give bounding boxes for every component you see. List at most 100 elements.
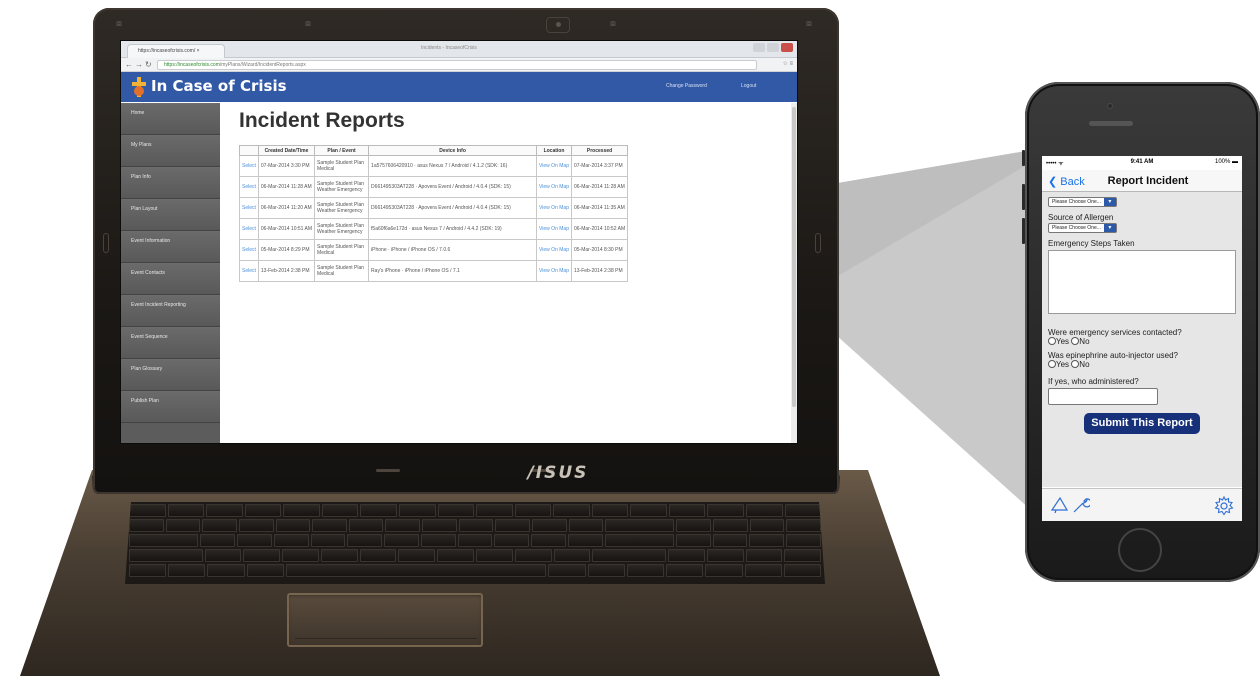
steps-textarea[interactable] <box>1048 250 1236 314</box>
webcam <box>546 17 570 33</box>
page-scrollbar[interactable] <box>791 103 797 443</box>
gear-icon[interactable] <box>1214 496 1234 516</box>
plan-event-cell: Sample Student Plan Medical <box>314 239 370 261</box>
submit-report-button[interactable]: Submit This Report <box>1084 413 1200 434</box>
wrench-icon[interactable] <box>1072 496 1090 514</box>
browser-tabbar: https://incaseofcrisis.com/ × Incidents … <box>121 41 797 58</box>
created-cell: 06-Mar-2014 11:28 AM <box>257 176 316 198</box>
sidebar-item-event-sequence[interactable]: Event Sequence <box>121 327 220 359</box>
q2-yes-radio[interactable] <box>1048 360 1056 368</box>
view-on-map-link[interactable]: View On Map <box>536 155 572 177</box>
column-header[interactable]: Location <box>536 145 572 156</box>
sidebar-item-plan-layout[interactable]: Plan Layout <box>121 199 220 231</box>
sidebar-item-home[interactable]: Home <box>121 103 220 135</box>
chevron-down-icon: ▾ <box>1103 198 1116 206</box>
plan-event-cell: Sample Student Plan Medical <box>314 155 370 177</box>
minimize-button[interactable] <box>753 43 765 52</box>
browser-menu-icon[interactable]: ☆ ≡ <box>782 60 793 67</box>
who-label: If yes, who administered? <box>1048 377 1139 386</box>
volume-up-button <box>1022 184 1025 210</box>
reload-icon[interactable]: ↻ <box>145 60 152 70</box>
table-row: Select 06-Mar-2014 10:51 AM Sample Stude… <box>239 218 629 240</box>
sidebar-item-event-contacts[interactable]: Event Contacts <box>121 263 220 295</box>
select-link[interactable]: Select <box>239 197 259 219</box>
change-password-link[interactable]: Change Password <box>666 83 707 89</box>
column-header[interactable]: Processed <box>570 145 629 156</box>
url-path: /myPlans/Wizard/IncidentReports.aspx <box>219 62 306 68</box>
table-row: Select 06-Mar-2014 11:28 AM Sample Stude… <box>239 176 629 198</box>
close-button[interactable] <box>781 43 793 52</box>
table-row: Select 06-Mar-2014 11:20 AM Sample Stude… <box>239 197 629 219</box>
column-header[interactable]: Device Info <box>368 145 538 156</box>
source-select[interactable]: Please Choose One... ▾ <box>1048 223 1117 233</box>
indicator-icon: ⧈ <box>116 19 122 29</box>
select-link[interactable]: Select <box>239 239 259 261</box>
view-on-map-link[interactable]: View On Map <box>536 197 572 219</box>
device-info-cell: D661495303AT228 · Apovera Event / Androi… <box>368 176 538 198</box>
maximize-button[interactable] <box>767 43 779 52</box>
hinge-mark <box>815 233 821 253</box>
column-header[interactable]: Plan / Event <box>314 145 370 156</box>
chevron-down-icon: ▾ <box>1103 224 1116 232</box>
browser-tab[interactable]: https://incaseofcrisis.com/ × <box>127 44 225 58</box>
select-link[interactable]: Select <box>239 155 259 177</box>
laptop-keyboard <box>125 502 825 584</box>
view-on-map-link[interactable]: View On Map <box>536 239 572 261</box>
laptop-screen: https://incaseofcrisis.com/ × Incidents … <box>120 40 798 444</box>
created-cell: 07-Mar-2014 3:30 PM <box>257 155 316 177</box>
sidebar: Home My Plans Plan Info Plan Layout Even… <box>121 103 220 443</box>
q1-options: Yes No <box>1048 337 1236 346</box>
url-input[interactable]: https://incaseofcrisis.com/myPlans/Wizar… <box>157 60 757 70</box>
table-row: Select 07-Mar-2014 3:30 PM Sample Studen… <box>239 155 629 177</box>
forward-arrow-icon[interactable]: → <box>135 60 143 70</box>
megaphone-icon[interactable] <box>1050 496 1070 514</box>
created-cell: 13-Feb-2014 2:38 PM <box>257 260 316 282</box>
touchpad-buttons <box>295 638 477 644</box>
incident-form: Please Choose One... ▾ Source of Allergen… <box>1042 192 1242 487</box>
radio-label: No <box>1079 337 1090 346</box>
sidebar-item-event-incident-reporting[interactable]: Event Incident Reporting <box>121 295 220 327</box>
view-on-map-link[interactable]: View On Map <box>536 176 572 198</box>
processed-cell: 06-Mar-2014 10:52 AM <box>570 218 629 240</box>
incident-reports-table: Created Date/Time Plan / Event Device In… <box>239 145 629 282</box>
sidebar-item-event-information[interactable]: Event Information <box>121 231 220 263</box>
device-info-cell: iPhone · iPhone / iPhone OS / 7.0.6 <box>368 239 538 261</box>
select-link[interactable]: Select <box>239 218 259 240</box>
who-input[interactable] <box>1048 388 1158 405</box>
q1-yes-radio[interactable] <box>1048 337 1056 345</box>
view-on-map-link[interactable]: View On Map <box>536 218 572 240</box>
processed-cell: 07-Mar-2014 3:37 PM <box>570 155 629 177</box>
radio-label: No <box>1079 360 1090 369</box>
column-header[interactable]: Created Date/Time <box>257 145 316 156</box>
sidebar-item-plan-info[interactable]: Plan Info <box>121 167 220 199</box>
device-info-cell: D661495303AT228 · Apovera Event / Androi… <box>368 197 538 219</box>
sidebar-item-publish-plan[interactable]: Publish Plan <box>121 391 220 423</box>
created-cell: 06-Mar-2014 10:51 AM <box>257 218 316 240</box>
phone-tab-bar <box>1042 488 1242 521</box>
back-arrow-icon[interactable]: ← <box>125 60 133 70</box>
nav-title: Report Incident <box>1107 175 1189 187</box>
bezel-mark <box>376 469 400 472</box>
logout-link[interactable]: Logout <box>741 83 756 89</box>
mute-switch <box>1022 150 1025 166</box>
select-link[interactable]: Select <box>239 176 259 198</box>
select-link[interactable]: Select <box>239 260 259 282</box>
plan-event-cell: Sample Student Plan Weather Emergency <box>314 218 370 240</box>
plan-event-cell: Sample Student Plan Weather Emergency <box>314 197 370 219</box>
view-on-map-link[interactable]: View On Map <box>536 260 572 282</box>
select-value: Please Choose One... <box>1052 225 1101 231</box>
device-info-cell: 1a5757606420910 · asus Nexus 7 / Android… <box>368 155 538 177</box>
battery-icon: 100% ▬ <box>1214 159 1238 165</box>
created-cell: 06-Mar-2014 11:20 AM <box>257 197 316 219</box>
page-title: Incident Reports <box>239 109 405 132</box>
home-button[interactable] <box>1118 528 1162 572</box>
plan-event-cell: Sample Student Plan Medical <box>314 260 370 282</box>
table-header-row: Created Date/Time Plan / Event Device In… <box>239 145 629 156</box>
nav-bar: ❮ Back Report Incident <box>1042 170 1242 192</box>
site-title: In Case of Crisis <box>151 77 287 95</box>
sidebar-item-my-plans[interactable]: My Plans <box>121 135 220 167</box>
url-host: incaseofcrisis.com <box>179 62 220 68</box>
sidebar-item-plan-glossary[interactable]: Plan Glossary <box>121 359 220 391</box>
reaction-select[interactable]: Please Choose One... ▾ <box>1048 197 1117 207</box>
processed-cell: 06-Mar-2014 11:35 AM <box>570 197 629 219</box>
